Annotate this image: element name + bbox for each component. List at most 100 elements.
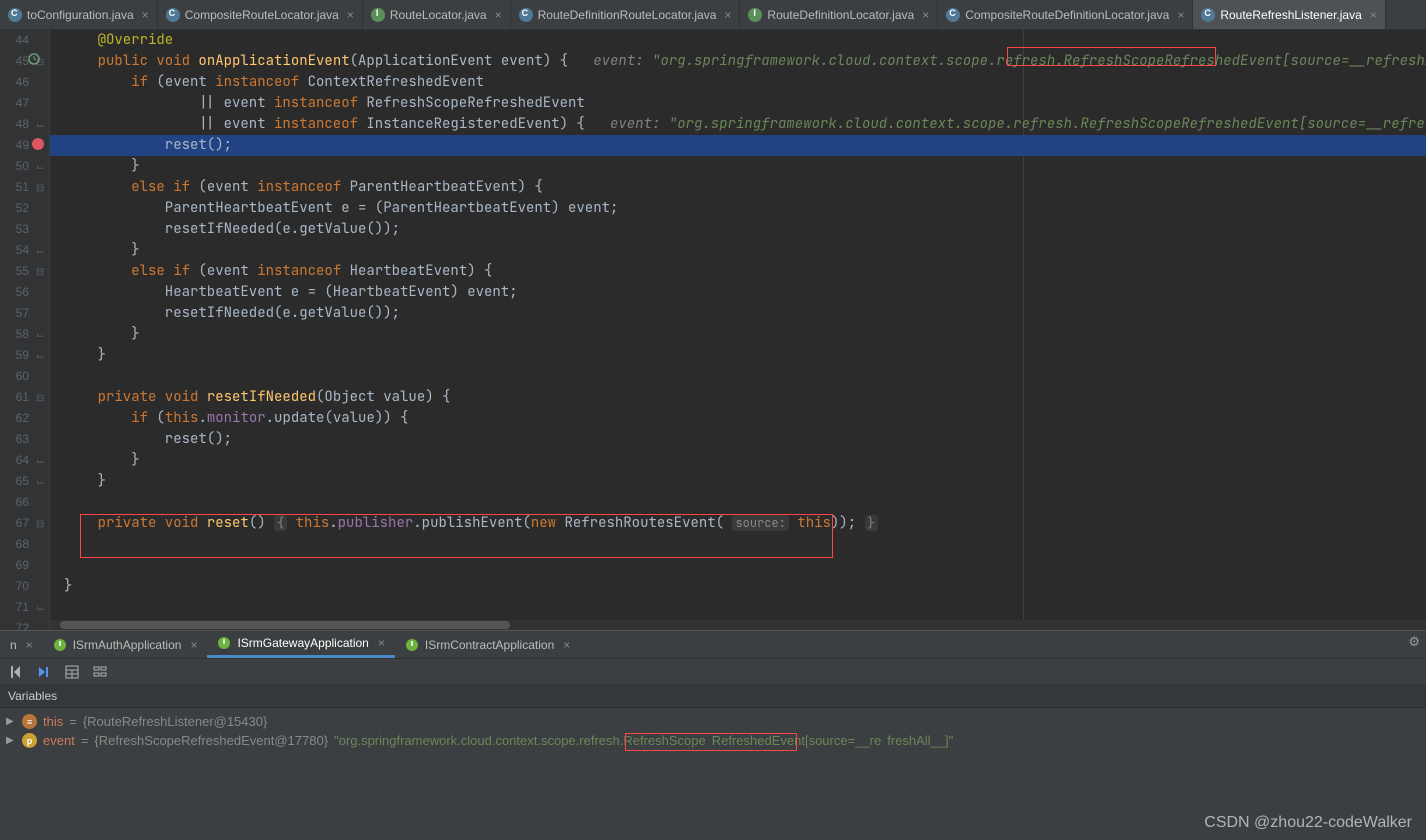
fold-icon[interactable]: ⊟ (36, 519, 46, 529)
code-line[interactable]: } (50, 324, 1426, 345)
tab-label: ISrmAuthApplication (73, 638, 182, 652)
close-icon[interactable]: × (1177, 8, 1184, 22)
fold-icon[interactable]: ⌙ (36, 456, 46, 466)
debug-tab[interactable]: ISrmGatewayApplication × (207, 631, 394, 658)
editor-tab[interactable]: RouteLocator.java× (363, 0, 511, 29)
line-number: 65 (0, 474, 29, 488)
fold-icon[interactable]: ⌙ (36, 162, 46, 172)
fold-icon[interactable]: ⌙ (36, 330, 46, 340)
editor-tab[interactable]: RouteDefinitionLocator.java × (740, 0, 938, 29)
editor-tab[interactable]: toConfiguration.java× (0, 0, 158, 29)
code-line[interactable]: || event instanceof RefreshScopeRefreshe… (50, 93, 1426, 114)
code-line[interactable]: reset(); (50, 135, 1426, 156)
tab-label: ISrmGatewayApplication (237, 636, 368, 650)
class-icon (8, 8, 22, 22)
code-line[interactable]: if (event instanceof ContextRefreshedEve… (50, 72, 1426, 93)
code-line[interactable]: public void onApplicationEvent(Applicati… (50, 51, 1426, 72)
debug-tab[interactable]: n× (0, 631, 43, 658)
editor-tab[interactable]: RouteRefreshListener.java× (1193, 0, 1385, 29)
editor-tab[interactable]: RouteDefinitionRouteLocator.java × (511, 0, 741, 29)
restart-frame-icon[interactable] (8, 664, 24, 680)
interface-icon (371, 8, 385, 22)
code-line[interactable]: } (50, 156, 1426, 177)
line-number: 55 (0, 264, 29, 278)
fold-icon[interactable]: ⌙ (36, 477, 46, 487)
code-line[interactable]: else if (event instanceof ParentHeartbea… (50, 177, 1426, 198)
code-line[interactable]: private void resetIfNeeded(Object value)… (50, 387, 1426, 408)
gear-icon[interactable]: ⚙ (1408, 634, 1420, 650)
horizontal-scrollbar[interactable] (50, 620, 1426, 630)
fold-icon[interactable]: ⌙ (36, 351, 46, 361)
fold-icon[interactable]: ⌙ (36, 246, 46, 256)
line-number: 44 (0, 33, 29, 47)
code-line[interactable]: reset(); (50, 429, 1426, 450)
debug-tab[interactable]: ISrmContractApplication× (395, 631, 580, 658)
code-line[interactable] (50, 366, 1426, 387)
variable-icon: p (22, 733, 37, 748)
close-icon[interactable]: × (1370, 8, 1377, 22)
step-icon[interactable] (36, 664, 52, 680)
spring-boot-icon (405, 638, 419, 652)
code-line[interactable]: resetIfNeeded(e.getValue()); (50, 303, 1426, 324)
line-number: 71 (0, 600, 29, 614)
code-line[interactable]: resetIfNeeded(e.getValue()); (50, 219, 1426, 240)
code-line[interactable]: else if (event instanceof HeartbeatEvent… (50, 261, 1426, 282)
fold-icon[interactable]: ⌙ (36, 603, 46, 613)
line-number: 56 (0, 285, 29, 299)
code-line[interactable]: } (50, 450, 1426, 471)
breakpoint-icon[interactable] (32, 138, 44, 150)
interface-icon (748, 8, 762, 22)
code-line[interactable]: || event instanceof InstanceRegisteredEv… (50, 114, 1426, 135)
fold-icon[interactable]: ⊟ (36, 183, 46, 193)
code-line[interactable]: } (50, 345, 1426, 366)
variable-icon: ≡ (22, 714, 37, 729)
variables-title: Variables (0, 685, 1426, 708)
code-line[interactable] (50, 597, 1426, 618)
editor-tab[interactable]: CompositeRouteLocator.java × (158, 0, 363, 29)
close-icon[interactable]: × (142, 8, 149, 22)
code-editor[interactable]: 4445⊟464748⌙4950⌙51⊟525354⌙55⊟565758⌙59⌙… (0, 30, 1426, 630)
code-line[interactable] (50, 555, 1426, 576)
variable-row[interactable]: ▶≡this = {RouteRefreshListener@15430} (2, 712, 1424, 731)
tab-label: n (10, 638, 17, 652)
expand-icon[interactable]: ▶ (6, 735, 16, 746)
scrollbar-thumb[interactable] (60, 621, 510, 629)
override-icon[interactable] (28, 53, 40, 65)
close-icon[interactable]: × (347, 8, 354, 22)
close-icon[interactable]: × (495, 8, 502, 22)
code-line[interactable]: ParentHeartbeatEvent e = (ParentHeartbea… (50, 198, 1426, 219)
fold-icon[interactable]: ⊟ (36, 267, 46, 277)
tab-label: CompositeRouteLocator.java (185, 8, 339, 22)
debug-tab[interactable]: ISrmAuthApplication × (43, 631, 208, 658)
close-icon[interactable]: × (190, 638, 197, 652)
code-line[interactable]: HeartbeatEvent e = (HeartbeatEvent) even… (50, 282, 1426, 303)
spring-boot-icon (217, 636, 231, 650)
close-icon[interactable]: × (922, 8, 929, 22)
tab-label: RouteDefinitionLocator.java (767, 8, 914, 22)
fold-icon[interactable]: ⊟ (36, 393, 46, 403)
line-number: 61 (0, 390, 29, 404)
tab-label: RouteDefinitionRouteLocator.java (538, 8, 717, 22)
code-line[interactable]: if (this.monitor.update(value)) { (50, 408, 1426, 429)
calculator-icon[interactable] (64, 664, 80, 680)
close-icon[interactable]: × (563, 638, 570, 652)
layout-icon[interactable] (92, 664, 108, 680)
close-icon[interactable]: × (724, 8, 731, 22)
variable-name: this (43, 714, 63, 729)
line-number: 66 (0, 495, 29, 509)
line-number: 58 (0, 327, 29, 341)
debug-toolbar (0, 659, 1426, 685)
code-line[interactable]: } (50, 240, 1426, 261)
close-icon[interactable]: × (378, 636, 385, 650)
code-line[interactable]: } (50, 471, 1426, 492)
class-icon (946, 8, 960, 22)
code-line[interactable] (50, 492, 1426, 513)
code-line[interactable]: } (50, 576, 1426, 597)
editor-tab[interactable]: CompositeRouteDefinitionLocator.java× (938, 0, 1193, 29)
fold-icon[interactable]: ⌙ (36, 120, 46, 130)
close-icon[interactable]: × (26, 638, 33, 652)
code-line[interactable]: @Override (50, 30, 1426, 51)
expand-icon[interactable]: ▶ (6, 716, 16, 727)
line-number: 57 (0, 306, 29, 320)
line-number: 70 (0, 579, 29, 593)
